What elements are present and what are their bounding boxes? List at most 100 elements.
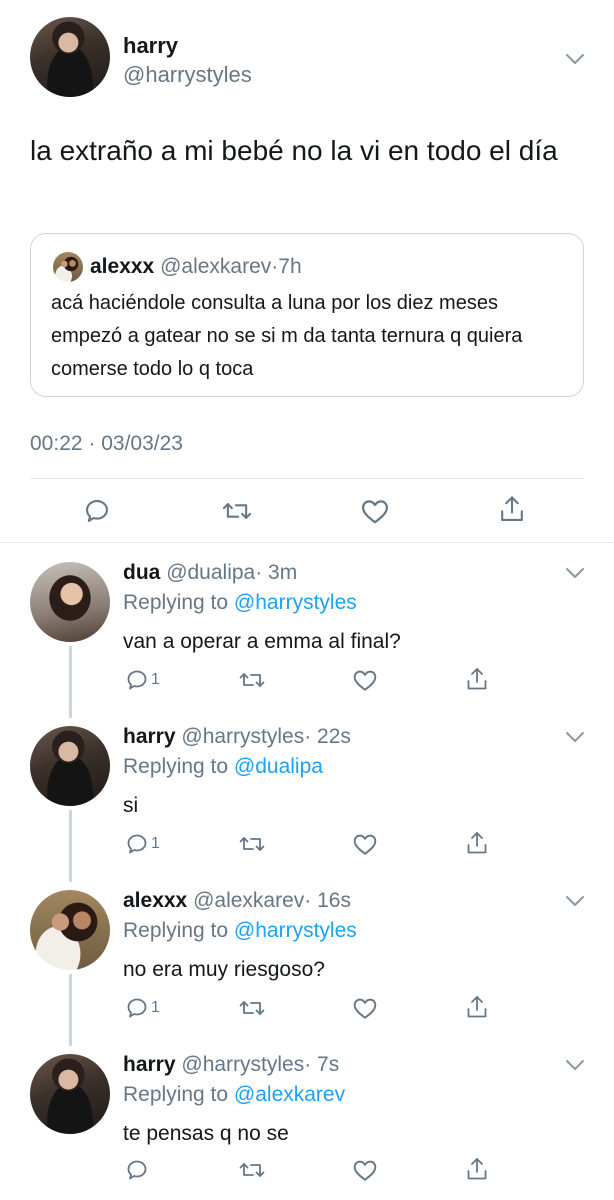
quoted-tweet-header: alexxx @alexkarev·7h	[90, 255, 302, 279]
retweet-button[interactable]	[221, 497, 253, 525]
author-handle[interactable]: @harrystyles	[181, 725, 304, 748]
chevron-down-icon[interactable]	[564, 52, 586, 66]
tweet-text: la extraño a mi bebé no la vi en todo el…	[30, 135, 558, 166]
avatar[interactable]	[30, 890, 110, 970]
author-handle[interactable]: @harrystyles	[181, 1053, 304, 1076]
replying-to: Replying to @dualipa	[123, 755, 323, 779]
reply-icon	[127, 1160, 147, 1180]
replying-to-link[interactable]: @harrystyles	[234, 591, 357, 614]
tweet-thread-page: harry @harrystyles la extraño a mi bebé …	[0, 0, 614, 1200]
like-button[interactable]	[352, 996, 378, 1020]
replying-to-link[interactable]: @alexkarev	[234, 1083, 345, 1106]
share-icon	[501, 496, 523, 521]
heart-icon	[353, 670, 377, 691]
replying-prefix: Replying to	[123, 755, 234, 778]
replying-to: Replying to @harrystyles	[123, 591, 357, 615]
chevron-down-icon[interactable]	[564, 566, 586, 580]
reply-time: · 16s	[304, 889, 351, 912]
retweet-button[interactable]	[238, 668, 266, 692]
reply-tweet[interactable]: harry @harrystyles· 22s Replying to @dua…	[0, 720, 614, 880]
author-name[interactable]: harry	[123, 33, 178, 59]
author-name[interactable]: harry	[123, 1053, 176, 1076]
retweet-icon	[239, 673, 265, 687]
share-icon	[467, 668, 487, 690]
like-button[interactable]	[352, 668, 378, 692]
like-button[interactable]	[360, 497, 390, 525]
share-icon	[467, 1158, 487, 1180]
author-name[interactable]: harry	[123, 725, 176, 748]
share-icon	[467, 832, 487, 854]
quoted-author-handle: @alexkarev	[160, 255, 272, 278]
reply-text: si	[123, 794, 139, 817]
reply-button[interactable]: 1	[125, 832, 160, 856]
share-button[interactable]	[465, 666, 489, 692]
retweet-button[interactable]	[238, 1158, 266, 1182]
replying-prefix: Replying to	[123, 591, 234, 614]
reply-time: · 7s	[304, 1053, 340, 1076]
reply-time: · 22s	[304, 725, 351, 748]
avatar[interactable]	[30, 1054, 110, 1134]
heart-icon	[353, 834, 377, 855]
share-button[interactable]	[465, 1156, 489, 1182]
author-name[interactable]: dua	[123, 561, 160, 584]
share-button[interactable]	[465, 994, 489, 1020]
author-name[interactable]: alexxx	[123, 889, 187, 912]
reply-icon	[127, 998, 147, 1018]
reply-text: no era muy riesgoso?	[123, 958, 325, 981]
reply-tweet[interactable]: alexxx @alexkarev· 16s Replying to @harr…	[0, 884, 614, 1044]
quoted-tweet[interactable]: alexxx @alexkarev·7h acá haciéndole cons…	[30, 233, 584, 397]
reply-count: 1	[151, 999, 160, 1016]
replying-prefix: Replying to	[123, 1083, 234, 1106]
reply-header: harry @harrystyles· 22s	[123, 725, 351, 749]
reply-button[interactable]	[83, 497, 111, 525]
author-handle[interactable]: @alexkarev	[193, 889, 304, 912]
reply-button[interactable]: 1	[125, 668, 160, 692]
like-button[interactable]	[352, 1158, 378, 1182]
replying-prefix: Replying to	[123, 919, 234, 942]
author-handle[interactable]: @harrystyles	[123, 62, 252, 88]
heart-icon	[353, 998, 377, 1019]
retweet-icon	[222, 503, 252, 519]
avatar[interactable]	[30, 726, 110, 806]
reply-tweet[interactable]: harry @harrystyles· 7s Replying to @alex…	[0, 1048, 614, 1200]
avatar[interactable]	[30, 562, 110, 642]
reply-icon	[86, 500, 108, 522]
reply-header: alexxx @alexkarev· 16s	[123, 889, 351, 913]
author-handle[interactable]: @dualipa	[166, 561, 255, 584]
retweet-icon	[239, 837, 265, 851]
heart-icon	[362, 500, 388, 524]
quoted-tweet-text: acá haciéndole consulta a luna por los d…	[51, 292, 523, 380]
reply-text: van a operar a emma al final?	[123, 630, 401, 653]
retweet-button[interactable]	[238, 996, 266, 1020]
retweet-icon	[239, 1001, 265, 1015]
share-icon	[467, 996, 487, 1018]
retweet-button[interactable]	[238, 832, 266, 856]
reply-button[interactable]	[125, 1158, 151, 1182]
reply-count: 1	[151, 671, 160, 688]
quoted-author-name: alexxx	[90, 255, 155, 278]
chevron-down-icon[interactable]	[564, 894, 586, 908]
divider	[0, 542, 614, 543]
reply-icon	[127, 670, 147, 690]
tweet-timestamp[interactable]: 00:22 · 03/03/23	[30, 432, 183, 456]
share-button[interactable]	[498, 494, 526, 524]
avatar[interactable]	[30, 17, 110, 97]
reply-tweet[interactable]: dua @dualipa· 3m Replying to @harrystyle…	[0, 556, 614, 716]
replying-to: Replying to @harrystyles	[123, 919, 357, 943]
avatar[interactable]	[53, 252, 83, 282]
like-button[interactable]	[352, 832, 378, 856]
replying-to: Replying to @alexkarev	[123, 1083, 345, 1107]
main-tweet: harry @harrystyles la extraño a mi bebé …	[0, 0, 614, 542]
reply-button[interactable]: 1	[125, 996, 160, 1020]
reply-count: 1	[151, 835, 160, 852]
reply-header: dua @dualipa· 3m	[123, 561, 297, 585]
chevron-down-icon[interactable]	[564, 730, 586, 744]
quoted-time: ·7h	[271, 255, 302, 278]
share-button[interactable]	[465, 830, 489, 856]
replying-to-link[interactable]: @dualipa	[234, 755, 323, 778]
retweet-icon	[239, 1163, 265, 1177]
chevron-down-icon[interactable]	[564, 1058, 586, 1072]
reply-time: · 3m	[255, 561, 298, 584]
replying-to-link[interactable]: @harrystyles	[234, 919, 357, 942]
reply-text: te pensas q no se	[123, 1122, 289, 1145]
